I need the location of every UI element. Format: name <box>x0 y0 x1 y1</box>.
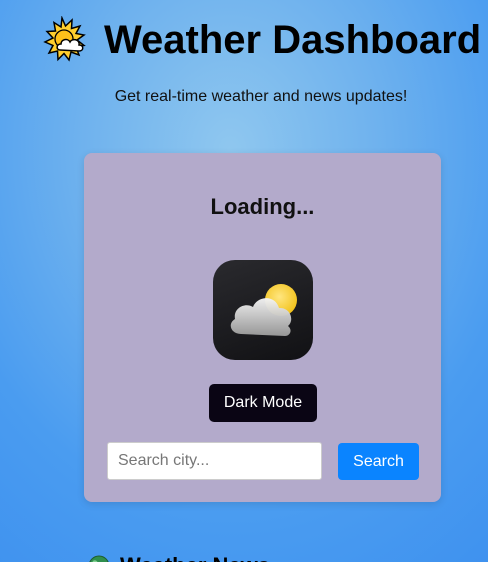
header: Weather Dashboard <box>0 14 488 66</box>
page-title: Weather Dashboard <box>104 18 482 62</box>
dark-mode-button[interactable]: Dark Mode <box>209 384 317 422</box>
search-button[interactable]: Search <box>338 443 419 480</box>
weather-status: Loading... <box>210 194 315 219</box>
weather-card: Loading... Dark Mode Search <box>84 153 441 502</box>
news-title: Weather News <box>120 553 270 562</box>
globe-icon <box>89 555 109 562</box>
sun-behind-cloud-icon <box>43 16 86 62</box>
partly-cloudy-app-icon <box>213 260 313 360</box>
city-search-input[interactable] <box>107 442 322 480</box>
page-subtitle: Get real-time weather and news updates! <box>114 88 408 105</box>
